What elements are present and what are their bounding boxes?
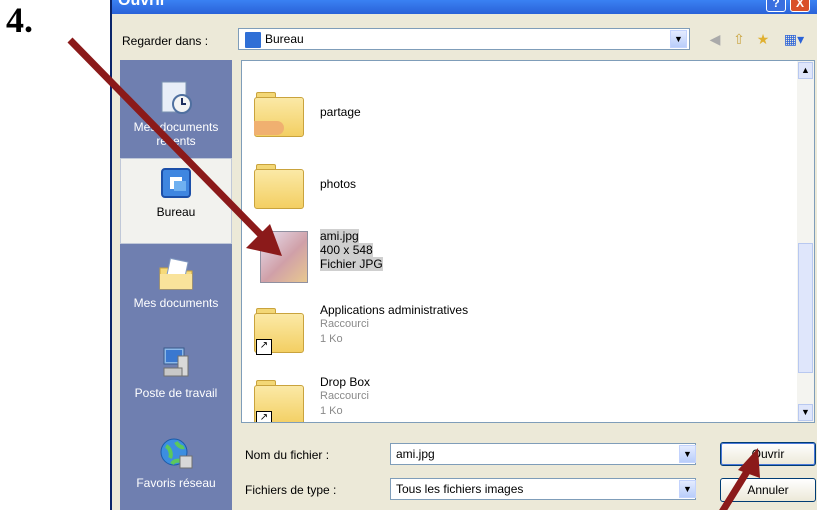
annotation-arrows <box>67 37 760 510</box>
arrow-to-file <box>67 37 282 256</box>
arrow-to-open-button <box>719 448 760 510</box>
